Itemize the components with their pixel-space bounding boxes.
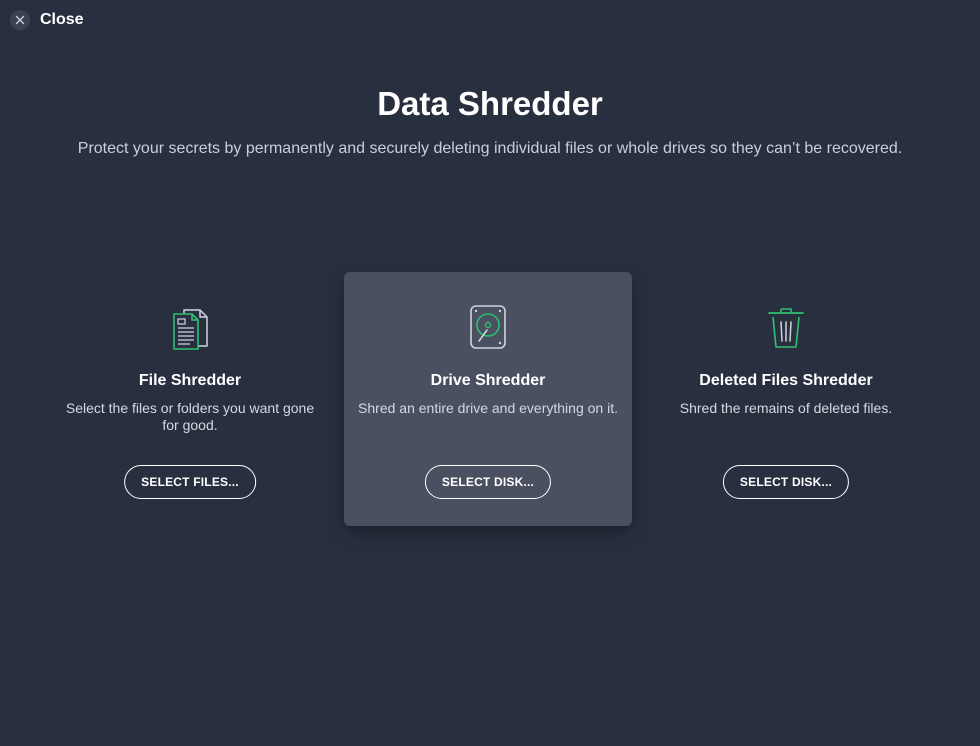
- select-disk-button[interactable]: SELECT DISK...: [424, 465, 552, 499]
- card-title: Deleted Files Shredder: [699, 372, 873, 389]
- card-description: Shred the remains of deleted files.: [679, 400, 893, 416]
- close-button[interactable]: Close: [10, 10, 84, 30]
- page-title: Data Shredder: [377, 85, 603, 122]
- document-icon: [46, 304, 334, 350]
- close-label[interactable]: Close: [40, 11, 84, 29]
- trash-can-icon: [642, 304, 930, 350]
- card-title: Drive Shredder: [430, 372, 546, 389]
- select-files-button[interactable]: SELECT FILES...: [124, 465, 256, 499]
- close-icon[interactable]: [10, 10, 30, 30]
- hard-drive-icon: [344, 304, 632, 350]
- drive-shredder-card[interactable]: Drive Shredder Shred an entire drive and…: [344, 272, 632, 526]
- file-shredder-card: File Shredder Select the files or folder…: [46, 272, 334, 526]
- card-title: File Shredder: [138, 372, 242, 389]
- card-description: Shred an entire drive and everything on …: [358, 400, 618, 416]
- deleted-files-shredder-card: Deleted Files Shredder Shred the remains…: [642, 272, 930, 526]
- page-subtitle: Protect your secrets by permanently and …: [77, 140, 903, 157]
- select-disk-button[interactable]: SELECT DISK...: [722, 465, 850, 499]
- card-description: Select the files or folders you want gon…: [65, 400, 315, 433]
